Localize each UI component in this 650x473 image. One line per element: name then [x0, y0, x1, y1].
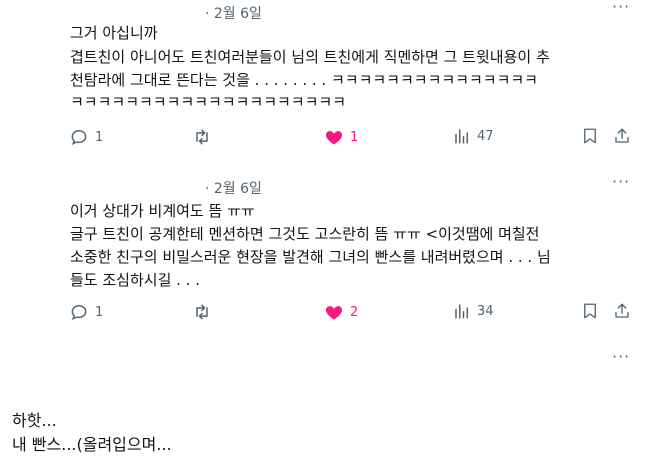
tweet-text-line: 소중한 친구의 비밀스러운 현장을 발견해 그녀의 빤스를 내려버렸으며 . .… — [70, 248, 551, 266]
bookmark-button[interactable] — [581, 127, 599, 145]
more-options-icon[interactable]: ··· — [612, 174, 630, 190]
retweet-icon — [192, 302, 212, 322]
views-button[interactable]: 34 — [453, 302, 494, 320]
tweet-text-line: 들도 조심하시길 . . . — [70, 271, 200, 289]
bookmark-icon — [581, 127, 599, 145]
heart-filled-icon — [324, 302, 344, 322]
share-button[interactable] — [613, 302, 631, 320]
view-count: 34 — [477, 303, 494, 319]
tweet-date[interactable]: · 2월 6일 — [205, 3, 262, 23]
view-count: 47 — [477, 128, 494, 144]
caption-line: 하핫... — [12, 411, 57, 430]
tweet-text-line: 그거 아십니까 — [70, 24, 158, 42]
tweet-date[interactable]: · 2월 6일 — [205, 178, 262, 198]
tweet-text-line: ㅋㅋㅋㅋㅋㅋㅋㅋㅋㅋㅋㅋㅋㅋㅋㅋㅋㅋㅋㅋ — [70, 93, 347, 111]
retweet-button[interactable] — [192, 127, 212, 147]
like-count: 1 — [350, 129, 359, 145]
heart-filled-icon — [324, 127, 344, 147]
retweet-button[interactable] — [192, 302, 212, 322]
analytics-icon — [453, 127, 471, 145]
tweet-text-line: 글구 트친이 공계한테 멘션하면 그것도 고스란히 뜸 ㅠㅠ <이것땜에 며칠전 — [70, 225, 540, 243]
caption-line: 내 빤스...(올려입으며... — [12, 435, 172, 454]
views-button[interactable]: 47 — [453, 127, 494, 145]
more-options-icon[interactable]: ··· — [612, 349, 630, 365]
reply-count: 1 — [95, 129, 104, 145]
more-options-icon[interactable]: ··· — [612, 0, 630, 15]
like-button[interactable]: 1 — [324, 127, 358, 147]
like-count: 2 — [350, 304, 359, 320]
tweet-text-line: 천탐라에 그대로 뜬다는 것을 . . . . . . . . ㅋㅋㅋㅋㅋㅋㅋㅋ… — [70, 71, 538, 89]
reply-icon — [69, 127, 89, 147]
share-icon — [613, 302, 631, 320]
share-icon — [613, 127, 631, 145]
bookmark-icon — [581, 302, 599, 320]
like-button[interactable]: 2 — [324, 302, 358, 322]
reply-icon — [69, 302, 89, 322]
bookmark-button[interactable] — [581, 302, 599, 320]
retweet-icon — [192, 127, 212, 147]
reply-count: 1 — [95, 304, 104, 320]
reply-button[interactable]: 1 — [69, 127, 103, 147]
tweet-text-line: 겹트친이 아니어도 트친여러분들이 님의 트친에게 직멘하면 그 트윗내용이 추 — [70, 48, 550, 66]
share-button[interactable] — [613, 127, 631, 145]
reply-button[interactable]: 1 — [69, 302, 103, 322]
tweet-text-line: 이거 상대가 비계여도 뜸 ㅠㅠ — [70, 202, 255, 220]
analytics-icon — [453, 302, 471, 320]
